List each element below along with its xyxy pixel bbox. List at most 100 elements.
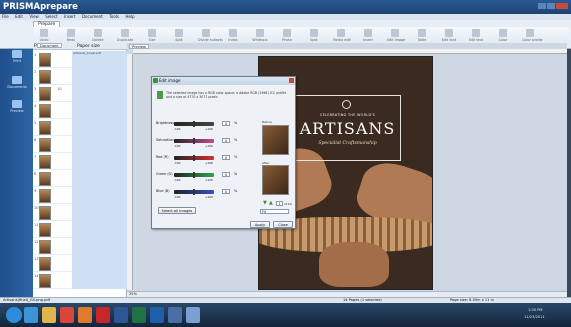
menu-insert[interactable]: Insert xyxy=(64,14,75,19)
thumbnail-row[interactable]: 2 xyxy=(33,68,127,85)
word-icon[interactable] xyxy=(114,307,128,323)
page-thumbnail[interactable] xyxy=(39,104,51,118)
page-thumbnail[interactable] xyxy=(39,189,51,203)
adjust-value-input[interactable]: 0 xyxy=(222,138,230,143)
title-bar: PRISMAprepare xyxy=(0,0,571,14)
chrome-icon[interactable] xyxy=(60,307,74,323)
page-thumbnail[interactable] xyxy=(39,223,51,237)
thumbnail-row[interactable]: 13 xyxy=(33,255,127,272)
close-button[interactable]: Close xyxy=(273,221,293,228)
after-preview xyxy=(262,165,289,195)
menu-document[interactable]: Document xyxy=(82,14,103,19)
page-thumbnail[interactable] xyxy=(39,87,51,101)
prev-arrow-icon[interactable]: ▼ xyxy=(263,201,268,206)
thumbnail-row[interactable]: 6 xyxy=(33,136,127,153)
adjust-value-input[interactable]: 0 xyxy=(222,189,230,194)
page-thumbnail-panel: Page Paper size 1Artisans_Cover.pdf23104… xyxy=(33,43,127,297)
thumbnail-row[interactable]: 1 Artisans_Cover.pdf xyxy=(33,51,127,68)
thumbnail-row[interactable]: 11 xyxy=(33,221,127,238)
select-all-images-button[interactable]: Select all images xyxy=(158,207,196,214)
start-icon[interactable] xyxy=(6,307,22,323)
firefox-icon[interactable] xyxy=(78,307,92,323)
thumbnail-row[interactable]: 10 xyxy=(33,204,127,221)
adjust-value-input[interactable]: 0 xyxy=(222,155,230,160)
page-number: 3 xyxy=(34,87,37,91)
next-arrow-icon[interactable]: ▲ xyxy=(269,201,274,206)
page-number-input[interactable]: 1 xyxy=(276,201,283,206)
nav-preview[interactable]: Preview xyxy=(6,100,28,113)
thumbnail-row[interactable]: 4 xyxy=(33,102,127,119)
menu-select[interactable]: Select xyxy=(45,14,57,19)
ribbon-button-icon xyxy=(94,29,102,37)
ribbon-button-icon xyxy=(445,29,453,37)
horizontal-ruler xyxy=(133,49,567,54)
ribbon-button-icon xyxy=(472,29,480,37)
adjust-slider[interactable] xyxy=(174,172,214,178)
ribbon-button-icon xyxy=(256,29,264,37)
slider-thumb[interactable] xyxy=(193,172,195,178)
thumbnail-row[interactable]: 3 10 xyxy=(33,85,127,102)
taskbar: 1:00 PM 11/23/2011 xyxy=(0,303,571,327)
adjust-value-input[interactable]: 0 xyxy=(222,121,230,126)
nav-documents[interactable]: Documents xyxy=(6,76,28,89)
page-thumbnail[interactable] xyxy=(39,138,51,152)
slider-thumb[interactable] xyxy=(193,121,195,127)
outlook-icon[interactable] xyxy=(150,307,164,323)
adjust-slider[interactable] xyxy=(174,189,214,195)
page-number: 10 xyxy=(34,206,39,210)
page-thumbnail[interactable] xyxy=(39,70,51,84)
nav-print[interactable]: Print xyxy=(6,50,28,63)
thumbnail-row[interactable]: 7 xyxy=(33,153,127,170)
window-minimize-button[interactable] xyxy=(538,3,546,9)
page-thumbnail[interactable] xyxy=(39,206,51,220)
slider-thumb[interactable] xyxy=(193,138,195,144)
ribbon-button-icon xyxy=(40,29,48,37)
page-thumbnail[interactable] xyxy=(39,240,51,254)
menu-help[interactable]: Help xyxy=(125,14,134,19)
ie-icon[interactable] xyxy=(24,307,38,323)
menu-file[interactable]: File xyxy=(2,14,9,19)
window-close-button[interactable] xyxy=(556,3,568,9)
dialog-close-icon[interactable] xyxy=(289,78,294,83)
thumbnail-row[interactable]: 5 xyxy=(33,119,127,136)
thumbnail-row[interactable]: 12 xyxy=(33,238,127,255)
page-thumbnail[interactable] xyxy=(39,121,51,135)
ribbon-button-icon xyxy=(364,29,372,37)
before-label: Before xyxy=(262,120,272,124)
adjust-slider[interactable] xyxy=(174,155,214,161)
thumbnail-row[interactable]: 9 xyxy=(33,187,127,204)
page-thumbnail[interactable] xyxy=(39,257,51,271)
explorer-icon[interactable] xyxy=(42,307,56,323)
before-preview xyxy=(262,125,289,155)
page-thumbnail[interactable] xyxy=(39,53,51,67)
excel-icon[interactable] xyxy=(132,307,146,323)
col-paper[interactable]: Paper size xyxy=(77,44,100,49)
page-detail xyxy=(72,68,127,85)
slider-thumb[interactable] xyxy=(193,155,195,161)
thumbnail-row[interactable]: 8 xyxy=(33,170,127,187)
tray-date: 11/23/2011 xyxy=(524,315,545,319)
page-thumbnail[interactable] xyxy=(39,172,51,186)
acrobat-icon[interactable] xyxy=(96,307,110,323)
menu-tools[interactable]: Tools xyxy=(109,14,119,19)
cover-frame: CELEBRATING THE WORLD'S ARTISANS Special… xyxy=(292,95,401,161)
adjust-slider[interactable] xyxy=(174,121,214,127)
preview-icon xyxy=(12,100,22,108)
thumbnail-row[interactable]: 14 xyxy=(33,272,127,289)
window-maximize-button[interactable] xyxy=(547,3,555,9)
zoom-level[interactable]: 25% xyxy=(129,292,137,296)
apply-button[interactable]: Apply xyxy=(250,221,270,228)
adjust-slider[interactable] xyxy=(174,138,214,144)
slider-max: +100 xyxy=(205,178,213,182)
tab-document[interactable]: Document xyxy=(37,43,62,48)
adjust-value-input[interactable]: 0 xyxy=(222,172,230,177)
fit-select[interactable]: Fit xyxy=(260,209,289,214)
page-thumbnail[interactable] xyxy=(39,155,51,169)
menu-edit[interactable]: Edit xyxy=(15,14,23,19)
menu-view[interactable]: View xyxy=(29,14,39,19)
paint-icon[interactable] xyxy=(186,307,200,323)
slider-min: -100 xyxy=(174,178,181,182)
page-thumbnail[interactable] xyxy=(39,274,51,288)
prisma-icon[interactable] xyxy=(168,307,182,323)
slider-thumb[interactable] xyxy=(193,189,195,195)
